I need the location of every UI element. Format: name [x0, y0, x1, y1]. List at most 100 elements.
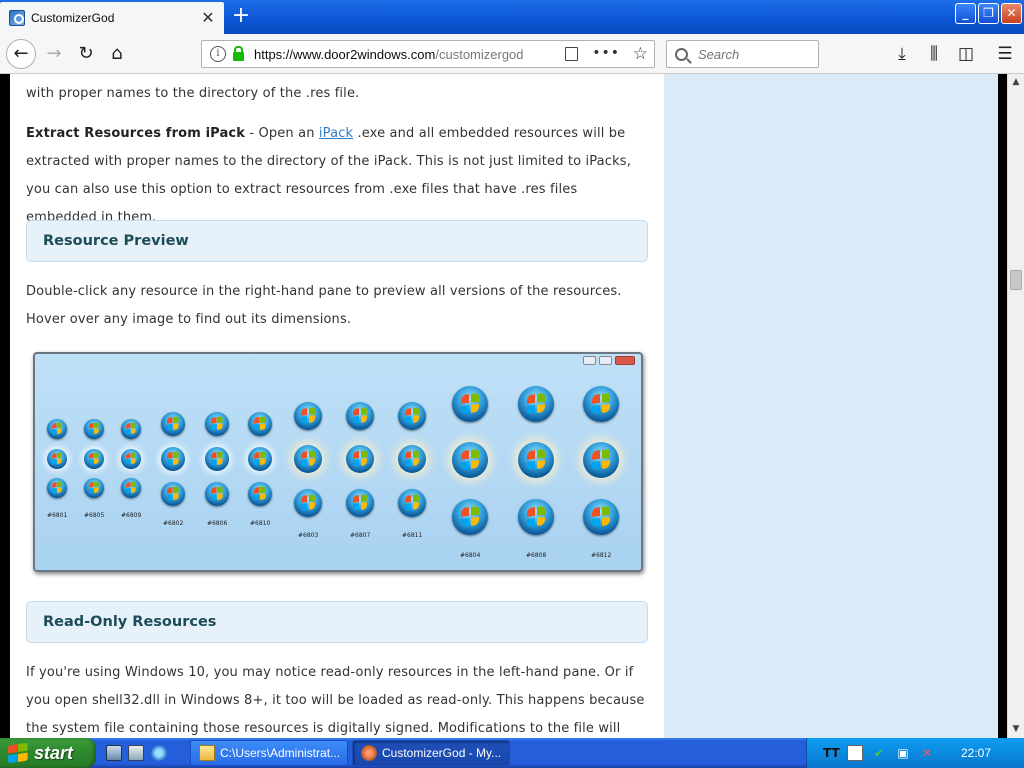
windows-orb-icon [47, 419, 67, 439]
windows-orb-icon [161, 482, 185, 506]
reload-button[interactable]: ↻ [72, 40, 100, 68]
menu-icon[interactable]: ☰ [991, 40, 1019, 68]
resource-preview-heading: Resource Preview [26, 220, 648, 262]
resource-preview-image: #6801 #6805 #6809 #6802 #6806 #6810 #6803 #6807… [33, 352, 643, 572]
network-tray-icon[interactable]: ▣ [895, 745, 911, 761]
scroll-up-icon[interactable]: ▲ [1008, 74, 1024, 91]
resource-id-label: #6804 [460, 552, 481, 559]
internet-explorer-icon[interactable] [151, 745, 167, 761]
navigation-toolbar: ← → ↻ ⌂ i https://www.door2windows.com/c… [0, 34, 1024, 74]
reader-view-icon[interactable] [565, 47, 578, 61]
new-tab-button[interactable]: + [229, 5, 253, 29]
taskbar-item-explorer[interactable]: C:\Users\Administrat... [190, 740, 348, 766]
close-window-button[interactable]: ✕ [1001, 3, 1022, 24]
url-path: /customizergod [435, 46, 524, 62]
windows-orb-icon [294, 402, 322, 430]
windows-orb-icon [518, 386, 554, 422]
secure-lock-icon [233, 45, 244, 61]
windows-orb-icon [398, 445, 426, 473]
back-button[interactable]: ← [6, 39, 36, 69]
read-only-resources-title: Read-Only Resources [43, 614, 217, 630]
windows-orb-icon [47, 449, 67, 469]
address-bar[interactable]: i https://www.door2windows.com/customize… [201, 40, 655, 68]
windows-orb-icon [452, 442, 488, 478]
downloads-icon[interactable]: ⤓ [888, 40, 916, 68]
home-button[interactable]: ⌂ [103, 40, 131, 68]
windows-orb-icon [294, 489, 322, 517]
resource-id-label: #6805 [84, 512, 105, 519]
page-sidebar [664, 74, 998, 738]
search-input[interactable] [698, 46, 808, 62]
sidebar-toggle-icon[interactable]: ◫ [952, 40, 980, 68]
scroll-down-icon[interactable]: ▼ [1008, 721, 1024, 738]
windows-orb-icon [452, 499, 488, 535]
windows-orb-icon [346, 402, 374, 430]
start-button[interactable]: start [0, 738, 96, 768]
bookmark-star-icon[interactable]: ☆ [633, 44, 648, 64]
page-left-margin [0, 74, 10, 738]
minimize-button[interactable]: _ [955, 3, 976, 24]
windows-orb-icon [583, 386, 619, 422]
restore-button[interactable]: ❐ [978, 3, 999, 24]
search-box[interactable] [666, 40, 819, 68]
resource-id-label: #6812 [591, 552, 612, 559]
windows-orb-icon [84, 419, 104, 439]
windows-orb-icon [398, 402, 426, 430]
windows-orb-icon [161, 447, 185, 471]
windows-orb-icon [583, 442, 619, 478]
ipack-link[interactable]: iPack [319, 126, 353, 141]
windows-orb-icon [121, 419, 141, 439]
taskbar-item-customizergod-label: CustomizerGod - My... [382, 746, 502, 760]
taskbar-item-explorer-label: C:\Users\Administrat... [220, 746, 341, 760]
url-text[interactable]: https://www.door2windows.com/customizerg… [254, 47, 544, 62]
windows-orb-icon [398, 489, 426, 517]
forward-button[interactable]: → [40, 40, 68, 68]
tab-title: CustomizerGod [31, 11, 115, 25]
search-icon [675, 47, 688, 61]
site-info-icon[interactable]: i [210, 46, 226, 62]
windows-orb-icon [84, 478, 104, 498]
resource-id-label: #6806 [207, 520, 228, 527]
windows-orb-icon [121, 449, 141, 469]
windows-orb-icon [583, 499, 619, 535]
browser-tab[interactable]: CustomizerGod ✕ [0, 2, 224, 34]
extract-ipack-title: Extract Resources from iPack [26, 126, 246, 141]
windows-flag-icon [8, 742, 28, 764]
preview-minimize-icon [583, 356, 596, 365]
windows-orb-icon [518, 442, 554, 478]
explorer-quicklaunch-icon[interactable] [128, 745, 144, 761]
language-bar-icon[interactable]: TT [823, 745, 840, 761]
article-content: with proper names to the directory of th… [10, 74, 664, 738]
paragraph-resource-preview: Double-click any resource in the right-h… [26, 284, 622, 327]
scroll-thumb[interactable] [1010, 270, 1022, 290]
resource-id-label: #6810 [250, 520, 271, 527]
resource-preview-title: Resource Preview [43, 233, 189, 249]
notes-tray-icon[interactable] [847, 745, 863, 761]
page-actions-icon[interactable]: ••• [592, 45, 620, 61]
tab-close-icon[interactable]: ✕ [200, 10, 216, 26]
preview-close-icon [615, 356, 635, 365]
windows-orb-icon [248, 482, 272, 506]
windows-orb-icon [205, 412, 229, 436]
taskbar: start C:\Users\Administrat... Customizer… [0, 738, 1024, 768]
windows-orb-icon [205, 482, 229, 506]
extract-ipack-text-a: - Open an [245, 126, 319, 141]
library-icon[interactable]: ⫼ [920, 40, 948, 68]
volume-muted-icon[interactable]: ✕ [919, 745, 935, 761]
site-favicon-icon [9, 10, 25, 26]
taskbar-item-customizergod[interactable]: CustomizerGod - My... [352, 740, 510, 766]
windows-orb-icon [452, 386, 488, 422]
windows-orb-icon [346, 445, 374, 473]
paragraph-extract-ipack: Extract Resources from iPack - Open an i… [26, 120, 646, 232]
vertical-scrollbar[interactable]: ▲ ▼ [1007, 74, 1024, 738]
clock: 22:07 [961, 746, 992, 760]
windows-orb-icon [248, 412, 272, 436]
preview-maximize-icon [599, 356, 612, 365]
windows-orb-icon [346, 489, 374, 517]
show-desktop-icon[interactable] [106, 745, 122, 761]
system-tray: TT ✔ ▣ ✕ 22:07 [806, 738, 1024, 768]
desktop: CustomizerGod ✕ + _ ❐ ✕ ← → ↻ ⌂ i https:… [0, 0, 1024, 768]
resource-id-label: #6803 [298, 532, 319, 539]
read-only-resources-heading: Read-Only Resources [26, 601, 648, 643]
security-tray-icon[interactable]: ✔ [871, 745, 887, 761]
